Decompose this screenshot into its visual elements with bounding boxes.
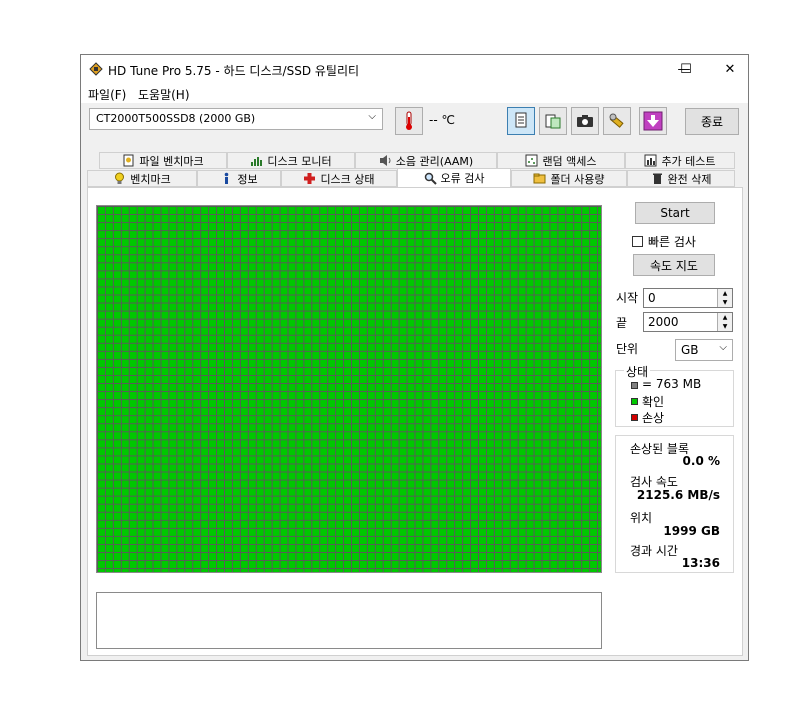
spin-up-icon[interactable]: ▲ [717, 289, 732, 298]
copy-text-button[interactable] [507, 107, 535, 135]
scan-stats-group: 손상된 블록 0.0 % 검사 속도 2125.6 MB/s 위치 1999 G… [615, 435, 734, 573]
position-label: 위치 [630, 511, 653, 525]
tab-folder-usage[interactable]: 폴더 사용량 [511, 170, 627, 187]
quick-scan-label: 빠른 검사 [648, 235, 696, 249]
thermometer-icon [406, 111, 412, 130]
magnifier-icon [424, 172, 437, 185]
extra-tests-icon [644, 154, 657, 167]
start-field[interactable]: 0 ▲ ▼ [643, 288, 733, 308]
info-icon [225, 172, 229, 184]
tab-aam[interactable]: 소음 관리(AAM) [355, 152, 497, 169]
damaged-blocks-label: 손상된 블록 [630, 442, 690, 456]
close-icon: ✕ [724, 62, 736, 77]
file-benchmark-icon [123, 154, 134, 167]
scan-speed-value: 2125.6 MB/s [636, 488, 720, 502]
unit-select[interactable]: GB ⌵ [675, 339, 733, 361]
menu-help[interactable]: 도움말(H) [138, 86, 190, 103]
temperature-readout: -- ℃ [429, 113, 455, 127]
hdtune-window: HD Tune Pro 5.75 - 하드 디스크/SSD 유틸리티 — ☐ ✕… [80, 54, 749, 661]
window-title: HD Tune Pro 5.75 - 하드 디스크/SSD 유틸리티 [108, 64, 360, 78]
status-legend-group: 상태 = 763 MB 확인 손상 [615, 363, 734, 427]
health-cross-icon [304, 173, 316, 184]
folder-icon [533, 173, 546, 184]
trash-icon [652, 173, 662, 184]
legend-ok: 확인 [642, 395, 665, 409]
spin-down-icon[interactable]: ▼ [717, 322, 732, 331]
legend-block-size: = 763 MB [642, 377, 702, 391]
elapsed-value: 13:36 [681, 556, 720, 570]
exit-button[interactable]: 종료 [685, 108, 739, 135]
log-box [96, 592, 602, 649]
tab-info[interactable]: 정보 [197, 170, 281, 187]
drive-select-value: CT2000T500SSD8 (2000 GB) [96, 112, 256, 125]
block-map-grid [97, 206, 601, 572]
ok-swatch [631, 398, 638, 405]
copy-image-button[interactable] [539, 107, 567, 135]
close-button[interactable]: ✕ [708, 55, 752, 84]
chevron-down-icon: ⌵ [719, 342, 727, 353]
speed-map-button[interactable]: 속도 지도 [633, 254, 715, 276]
menu-bar: 파일(F) 도움말(H) [81, 84, 748, 103]
menu-file[interactable]: 파일(F) [88, 86, 126, 103]
block-map [96, 205, 602, 573]
tab-health[interactable]: 디스크 상태 [281, 170, 397, 187]
bulb-icon [115, 172, 125, 184]
random-access-icon [525, 154, 538, 167]
tab-extra-tests[interactable]: 추가 테스트 [625, 152, 735, 169]
toolbar: CT2000T500SSD8 (2000 GB) ⌵ -- ℃ 종료 [81, 103, 748, 147]
end-field[interactable]: 2000 ▲ ▼ [643, 312, 733, 332]
download-button[interactable] [639, 107, 667, 135]
quick-scan-checkbox[interactable] [632, 236, 643, 247]
elapsed-label: 경과 시간 [630, 544, 678, 558]
speaker-icon [379, 155, 391, 166]
tab-error-scan[interactable]: 오류 검사 [397, 168, 511, 187]
app-icon [89, 62, 103, 76]
tab-disk-monitor[interactable]: 디스크 모니터 [227, 152, 355, 169]
block-swatch [631, 382, 638, 389]
start-button[interactable]: Start [635, 202, 715, 224]
download-arrow-icon [643, 111, 663, 131]
unit-label: 단위 [616, 342, 639, 356]
position-value: 1999 GB [663, 524, 720, 538]
disk-monitor-icon [251, 157, 263, 166]
tab-random-access[interactable]: 랜덤 액세스 [497, 152, 625, 169]
drive-select[interactable]: CT2000T500SSD8 (2000 GB) ⌵ [89, 108, 383, 130]
tab-benchmark[interactable]: 벤치마크 [87, 170, 197, 187]
spin-up-icon[interactable]: ▲ [717, 313, 732, 322]
options-button[interactable] [603, 107, 631, 135]
maximize-button-glyph[interactable]: ☐ [664, 55, 708, 84]
tab-erase[interactable]: 완전 삭제 [627, 170, 735, 187]
spin-down-icon[interactable]: ▼ [717, 298, 732, 307]
damaged-swatch [631, 414, 638, 421]
maximize-icon: ☐ [680, 62, 692, 77]
tab-file-benchmark[interactable]: 파일 벤치마크 [99, 152, 227, 169]
start-field-label: 시작 [616, 291, 639, 305]
title-bar: HD Tune Pro 5.75 - 하드 디스크/SSD 유틸리티 — ☐ ✕ [81, 55, 748, 84]
tools-icon [609, 113, 624, 128]
legend-damaged: 손상 [642, 411, 665, 425]
end-field-label: 끝 [616, 316, 628, 330]
clipboard-icon [545, 114, 561, 129]
document-copy-icon [515, 112, 527, 128]
temperature-button[interactable] [395, 107, 423, 135]
error-scan-panel: Start 빠른 검사 속도 지도 시작 0 ▲ ▼ 끝 2000 ▲ ▼ 단위… [87, 187, 743, 656]
damaged-blocks-value: 0.0 % [682, 454, 720, 468]
chevron-down-icon: ⌵ [368, 111, 376, 122]
screenshot-button[interactable] [571, 107, 599, 135]
camera-icon [577, 115, 593, 127]
